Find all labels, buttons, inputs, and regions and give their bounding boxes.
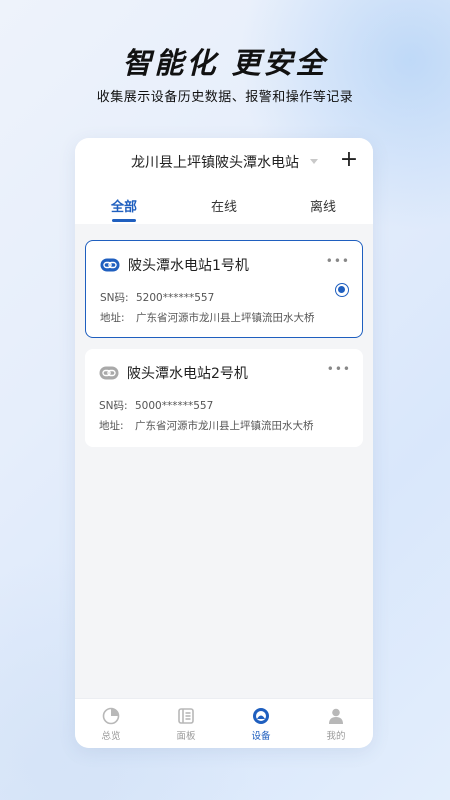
- phone-frame: 龙川县上坪镇陂头潭水电站 + 全部 在线 离线 陂头潭水电站1号机 ••• SN…: [75, 138, 373, 748]
- panel-icon: [178, 708, 194, 724]
- tabbar-label: 总览: [101, 731, 121, 742]
- link-icon: [99, 366, 119, 380]
- tabbar-label: 设备: [251, 731, 271, 742]
- station-selector[interactable]: 龙川县上坪镇陂头潭水电站 +: [75, 148, 373, 174]
- tab-active-indicator: [112, 219, 136, 222]
- promo-subline: 收集展示设备历史数据、报警和操作等记录: [96, 90, 354, 105]
- bottom-tab-bar: 总览 面板 设备 我的: [75, 698, 373, 748]
- more-options-icon[interactable]: •••: [326, 254, 350, 268]
- caret-down-icon[interactable]: [310, 159, 318, 164]
- station-name[interactable]: 龙川县上坪镇陂头潭水电站: [131, 152, 299, 172]
- tabbar-label: 我的: [326, 731, 346, 742]
- device-icon: [253, 708, 269, 724]
- sn-value: 5200******557: [136, 292, 215, 304]
- device-name: 陂头潭水电站2号机: [127, 366, 248, 382]
- add-device-button[interactable]: +: [339, 148, 359, 172]
- top-panel: 龙川县上坪镇陂头潭水电站 + 全部 在线 离线: [75, 138, 373, 224]
- select-radio[interactable]: [335, 283, 349, 297]
- device-address: 地址: 广东省河源市龙川县上坪镇流田水大桥: [99, 418, 314, 433]
- device-sn: SN码: 5200******557: [100, 290, 214, 305]
- sn-label: SN码:: [100, 292, 129, 304]
- tab-online[interactable]: 在线: [194, 196, 254, 215]
- tab-offline[interactable]: 离线: [293, 196, 353, 215]
- sn-label: SN码:: [99, 400, 128, 412]
- device-sn: SN码: 5000******557: [99, 398, 213, 413]
- pie-chart-icon: [102, 707, 120, 725]
- filter-tabs: 全部 在线 离线: [75, 194, 373, 224]
- promo-headline: 智能化 更安全: [122, 46, 328, 80]
- tabbar-label: 面板: [176, 731, 196, 742]
- device-address: 地址: 广东省河源市龙川县上坪镇流田水大桥: [100, 310, 315, 325]
- tab-all[interactable]: 全部: [94, 196, 154, 215]
- address-value: 广东省河源市龙川县上坪镇流田水大桥: [136, 312, 315, 324]
- tabbar-mine[interactable]: 我的: [311, 705, 361, 745]
- tabbar-overview[interactable]: 总览: [86, 705, 136, 745]
- device-card-1[interactable]: 陂头潭水电站1号机 ••• SN码: 5200******557 地址: 广东省河源…: [85, 240, 363, 338]
- tabbar-device[interactable]: 设备: [236, 705, 286, 745]
- more-options-icon[interactable]: •••: [327, 362, 351, 376]
- tabbar-panel[interactable]: 面板: [161, 705, 211, 745]
- link-icon: [100, 258, 120, 272]
- device-name: 陂头潭水电站1号机: [128, 258, 249, 274]
- address-label: 地址:: [100, 312, 125, 324]
- address-value: 广东省河源市龙川县上坪镇流田水大桥: [135, 420, 314, 432]
- user-icon: [329, 708, 343, 724]
- address-label: 地址:: [99, 420, 124, 432]
- sn-value: 5000******557: [135, 400, 214, 412]
- device-card-2[interactable]: 陂头潭水电站2号机 ••• SN码: 5000******557 地址: 广东省河源…: [85, 349, 363, 447]
